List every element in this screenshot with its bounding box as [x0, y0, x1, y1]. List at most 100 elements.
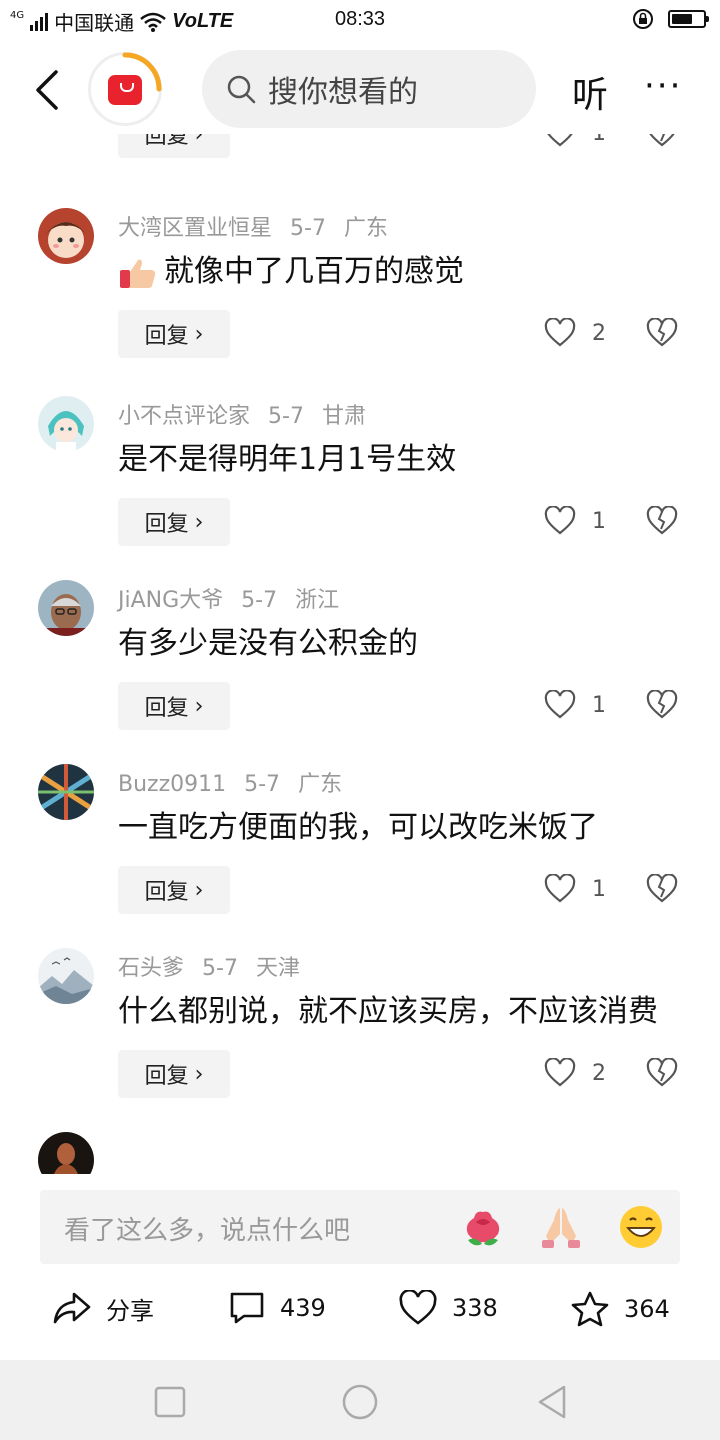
- comment-actions: 回复 › 2: [0, 1050, 720, 1098]
- comment-username[interactable]: 石头爹: [118, 956, 184, 981]
- back-button[interactable]: [30, 68, 66, 112]
- comment-meta: 大湾区置业恒星 5-7 广东: [118, 210, 406, 242]
- like-button[interactable]: 1: [544, 874, 606, 904]
- like-button[interactable]: 1: [544, 506, 606, 536]
- avatar[interactable]: [38, 396, 94, 452]
- reply-button[interactable]: 回复 ›: [118, 498, 230, 546]
- like-count: 1: [592, 134, 606, 146]
- avatar[interactable]: [38, 948, 94, 1004]
- like-count: 2: [592, 320, 606, 346]
- like-post-button[interactable]: 338: [398, 1290, 498, 1326]
- share-icon: [53, 1292, 91, 1324]
- chevron-right-icon: ›: [194, 321, 204, 347]
- like-button[interactable]: 2: [544, 318, 606, 348]
- share-button[interactable]: 分享: [52, 1290, 154, 1326]
- favorite-count: 364: [624, 1295, 670, 1323]
- reply-label: 回复: [144, 324, 189, 349]
- reply-button[interactable]: 回复 ›: [118, 1050, 230, 1098]
- like-count: 1: [592, 692, 606, 718]
- heart-icon: [544, 874, 576, 903]
- comment-username[interactable]: 小不点评论家: [118, 404, 250, 429]
- favorite-button[interactable]: 364: [570, 1290, 670, 1328]
- search-input[interactable]: 搜你想看的: [202, 50, 536, 128]
- comment-actions: 回复 › 1: [0, 498, 720, 546]
- reply-button[interactable]: 回复 ›: [118, 682, 230, 730]
- system-nav-bar: [0, 1360, 720, 1440]
- top-header: 搜你想看的 听 ···: [0, 44, 720, 134]
- reply-label: 回复: [144, 1064, 189, 1089]
- comment-region: 广东: [298, 772, 343, 797]
- battery-level: [672, 14, 692, 24]
- chevron-right-icon: ›: [194, 509, 204, 535]
- reply-button[interactable]: 回复 ›: [118, 866, 230, 914]
- comment-item: 大湾区置业恒星 5-7 广东 就像中了几百万的感觉 回复 › 2: [0, 208, 720, 392]
- avatar[interactable]: [38, 1132, 94, 1174]
- heart-icon: [544, 690, 576, 719]
- like-count: 2: [592, 1060, 606, 1086]
- broken-heart-icon[interactable]: [646, 134, 678, 148]
- shopping-bag-icon: [108, 75, 142, 105]
- chevron-right-icon: ›: [194, 134, 204, 147]
- avatar[interactable]: [38, 580, 94, 636]
- heart-icon: [399, 1290, 437, 1325]
- comment-item: JiANG大爷 5-7 浙江 有多少是没有公积金的 回复 › 1: [0, 580, 720, 764]
- status-time: 08:33: [334, 8, 386, 30]
- comment-actions: 回复 › 2: [0, 310, 720, 358]
- heart-icon: [547, 134, 573, 147]
- comment-item-partial: [0, 1132, 720, 1174]
- broken-heart-icon[interactable]: [646, 1058, 678, 1088]
- reply-label: 回复: [144, 134, 189, 149]
- comment-date: 5-7: [268, 404, 304, 429]
- comment-item: 小不点评论家 5-7 甘肃 是不是得明年1月1号生效 回复 › 1: [0, 396, 720, 580]
- like-button[interactable]: 1: [544, 134, 606, 148]
- star-icon: [571, 1291, 609, 1327]
- comment-input[interactable]: 看了这么多，说点什么吧: [40, 1190, 680, 1264]
- chevron-right-icon: ›: [194, 877, 204, 903]
- comment-input-placeholder: 看了这么多，说点什么吧: [64, 1216, 351, 1246]
- comment-meta: JiANG大爷 5-7 浙江: [118, 582, 357, 614]
- more-button[interactable]: ···: [644, 66, 682, 106]
- broken-heart-icon[interactable]: [646, 318, 678, 348]
- app-logo[interactable]: [88, 52, 162, 126]
- comment-region: 浙江: [295, 588, 340, 613]
- grin-icon[interactable]: [618, 1204, 664, 1250]
- reply-label: 回复: [144, 512, 189, 537]
- thumbs-up-icon: [120, 259, 156, 288]
- comment-actions-partial: 回复 › 1: [0, 134, 720, 170]
- comment-meta: 小不点评论家 5-7 甘肃: [118, 398, 384, 430]
- like-button[interactable]: 2: [544, 1058, 606, 1088]
- comment-actions: 回复 › 1: [0, 682, 720, 730]
- comment-username[interactable]: 大湾区置业恒星: [118, 216, 272, 241]
- rose-icon[interactable]: [460, 1204, 506, 1250]
- back-nav-icon[interactable]: [532, 1382, 572, 1422]
- comment-button[interactable]: 439: [228, 1290, 326, 1326]
- comment-region: 天津: [255, 956, 300, 981]
- reply-button[interactable]: 回复 ›: [118, 310, 230, 358]
- heart-icon: [544, 1058, 576, 1087]
- broken-heart-icon[interactable]: [646, 874, 678, 904]
- like-button[interactable]: 1: [544, 690, 606, 720]
- like-count: 338: [452, 1294, 498, 1322]
- reply-button[interactable]: 回复 ›: [118, 134, 230, 158]
- pray-icon[interactable]: [538, 1204, 584, 1250]
- reply-label: 回复: [144, 880, 189, 905]
- listen-button[interactable]: 听: [572, 66, 608, 118]
- rotation-lock-icon: [633, 9, 653, 29]
- chevron-right-icon: ›: [194, 693, 204, 719]
- status-bar: 4G 中国联通 VoLTE 08:33: [0, 0, 720, 40]
- comment-text: 是不是得明年1月1号生效: [118, 442, 457, 477]
- broken-heart-icon[interactable]: [646, 690, 678, 720]
- comment-date: 5-7: [290, 216, 326, 241]
- comment-username[interactable]: JiANG大爷: [118, 588, 223, 613]
- avatar[interactable]: [38, 764, 94, 820]
- comment-meta: 石头爹 5-7 天津: [118, 950, 318, 982]
- chevron-right-icon: ›: [194, 1061, 204, 1087]
- comment-date: 5-7: [244, 772, 281, 797]
- avatar[interactable]: [38, 208, 94, 264]
- recents-icon[interactable]: [150, 1382, 190, 1422]
- home-icon[interactable]: [340, 1382, 380, 1422]
- comment-username[interactable]: Buzz0911: [118, 772, 226, 797]
- broken-heart-icon[interactable]: [646, 506, 678, 536]
- comment-item: 石头爹 5-7 天津 什么都别说，就不应该买房，不应该消费 回复 › 2: [0, 948, 720, 1132]
- comment-text: 有多少是没有公积金的: [118, 626, 418, 661]
